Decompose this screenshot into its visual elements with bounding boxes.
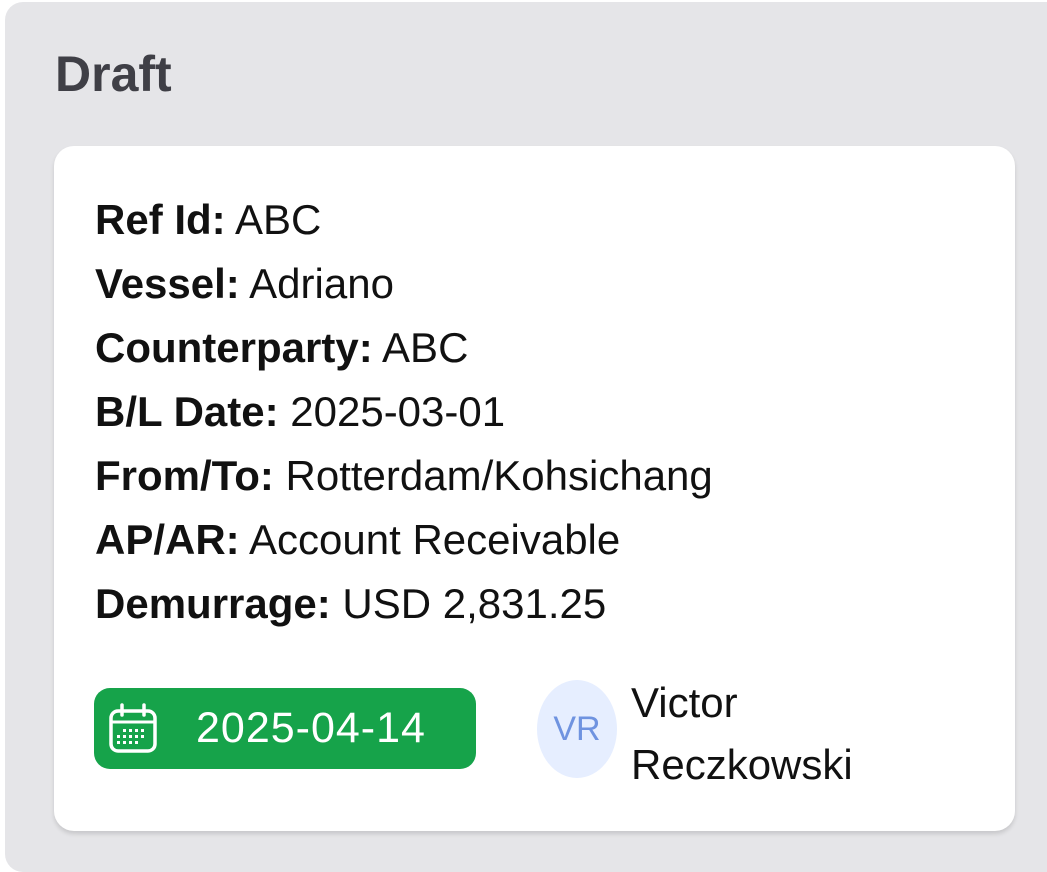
field-label: From/To:: [95, 452, 274, 499]
field-label: AP/AR:: [95, 516, 240, 563]
field-from-to: From/To: Rotterdam/Kohsichang: [95, 444, 713, 508]
calendar-icon: [106, 702, 160, 756]
due-date-badge[interactable]: 2025-04-14: [94, 688, 476, 769]
field-label: Ref Id:: [95, 196, 226, 243]
field-label: Vessel:: [95, 260, 240, 307]
column-title: Draft: [55, 46, 172, 102]
field-value: ABC: [382, 324, 469, 371]
due-date-value: 2025-04-14: [196, 704, 426, 752]
field-value: Adriano: [249, 260, 394, 307]
field-label: Demurrage:: [95, 580, 331, 627]
deal-card[interactable]: Ref Id: ABC Vessel: Adriano Counterparty…: [54, 146, 1015, 831]
field-value: 2025-03-01: [290, 388, 506, 435]
draft-column: Draft Ref Id: ABC Vessel: Adriano Counte…: [5, 2, 1047, 872]
field-ap-ar: AP/AR: Account Receivable: [95, 508, 713, 572]
field-demurrage: Demurrage: USD 2,831.25: [95, 572, 713, 636]
field-bl-date: B/L Date: 2025-03-01: [95, 380, 713, 444]
field-vessel: Vessel: Adriano: [95, 252, 713, 316]
card-fields: Ref Id: ABC Vessel: Adriano Counterparty…: [95, 188, 713, 636]
assignee-last-name: Reczkowski: [631, 741, 853, 788]
field-label: Counterparty:: [95, 324, 373, 371]
assignee-name: Victor Reczkowski: [631, 672, 931, 796]
field-counterparty: Counterparty: ABC: [95, 316, 713, 380]
field-value: USD 2,831.25: [342, 580, 607, 627]
field-value: Rotterdam/Kohsichang: [285, 452, 713, 499]
card-footer: 2025-04-14 VR Victor Reczkowski: [94, 672, 974, 792]
field-label: B/L Date:: [95, 388, 279, 435]
field-value: ABC: [235, 196, 322, 243]
field-ref-id: Ref Id: ABC: [95, 188, 713, 252]
avatar[interactable]: VR: [537, 680, 617, 778]
field-value: Account Receivable: [249, 516, 621, 563]
assignee-first-name: Victor: [631, 679, 738, 726]
